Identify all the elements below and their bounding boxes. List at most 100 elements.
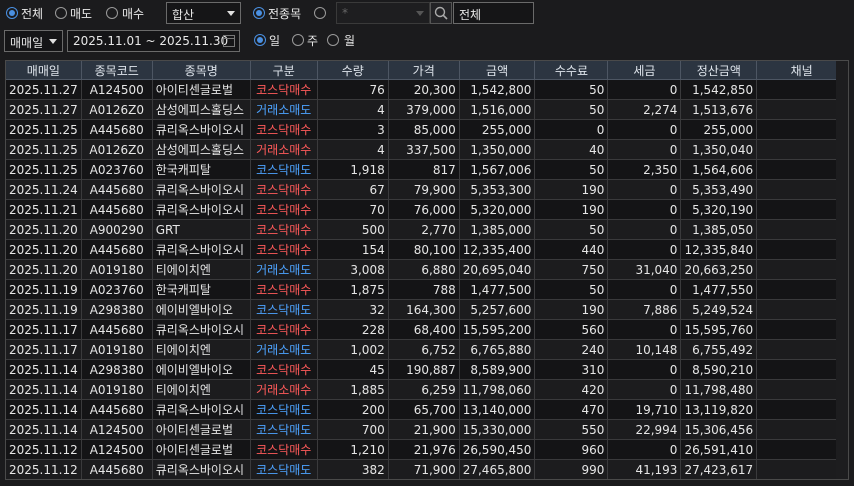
table-row[interactable]: 2025.11.25 A023760 한국캐피탈 코스닥매도 1,918 817 1,567…	[6, 159, 848, 180]
table-row[interactable]: 2025.11.19 A023760 한국캐피탈 코스닥매수 1,875 788 1,477…	[6, 279, 848, 300]
cell-tax: 0	[607, 239, 682, 260]
header-tax[interactable]: 세금	[607, 61, 682, 80]
cell-commission: 50	[534, 79, 609, 100]
cell-channel	[756, 359, 848, 380]
header-price[interactable]: 가격	[388, 61, 460, 80]
cell-commission: 990	[534, 459, 609, 479]
vertical-scrollbar[interactable]	[836, 61, 848, 479]
cell-type: 코스닥매수	[250, 319, 318, 340]
table-row[interactable]: 2025.11.12 A124500 아이티센글로벌 코스닥매수 1,210 21,976…	[6, 439, 848, 460]
cell-settlement: 12,335,840	[680, 239, 758, 260]
cell-symbol-name: 티에이치엔	[152, 339, 251, 360]
header-channel[interactable]: 채널	[756, 61, 848, 80]
cell-price: 21,976	[388, 439, 460, 460]
radio-trade-buy[interactable]	[106, 7, 118, 19]
table-row[interactable]: 2025.11.12 A445680 큐리옥스바이오시 코스닥매도 382 71,900 2…	[6, 459, 848, 479]
table-row[interactable]: 2025.11.27 A0126Z0 삼성에피스홀딩스 거래소매도 4 379,000 1,…	[6, 99, 848, 120]
cell-settlement: 5,320,190	[680, 199, 758, 220]
cell-settlement: 5,249,524	[680, 299, 758, 320]
cell-price: 164,300	[388, 299, 460, 320]
header-symbol-name[interactable]: 종목명	[152, 61, 251, 80]
header-commission[interactable]: 수수료	[534, 61, 609, 80]
radio-trade-sell-label[interactable]: 매도	[70, 5, 92, 22]
cell-price: 79,900	[388, 179, 460, 200]
radio-period-day[interactable]	[254, 34, 266, 46]
cell-quantity: 4	[317, 99, 389, 120]
cell-settlement: 27,423,617	[680, 459, 758, 479]
cell-quantity: 1,210	[317, 439, 389, 460]
radio-scope-single[interactable]	[314, 7, 326, 19]
cell-price: 817	[388, 159, 460, 180]
cell-symbol-code: A900290	[81, 219, 153, 240]
radio-trade-all[interactable]	[6, 7, 18, 19]
table-row[interactable]: 2025.11.20 A900290 GRT 코스닥매수 500 2,770 1,385,0…	[6, 219, 848, 240]
cell-amount: 20,695,040	[459, 259, 536, 280]
cell-amount: 1,542,800	[459, 79, 536, 100]
table-row[interactable]: 2025.11.25 A0126Z0 삼성에피스홀딩스 거래소매수 4 337,500 1,…	[6, 139, 848, 160]
trade-history-grid[interactable]: 매매일 종목코드 종목명 구분 수량 가격 금액 수수료 세금 정산금액 채널 2025.11.27…	[5, 60, 849, 480]
table-row[interactable]: 2025.11.14 A445680 큐리옥스바이오시 코스닥매도 200 65,700 1…	[6, 399, 848, 420]
radio-period-month[interactable]	[327, 34, 339, 46]
cell-tax: 22,994	[607, 419, 682, 440]
header-type[interactable]: 구분	[250, 61, 318, 80]
symbol-name-value: 전체	[459, 8, 482, 22]
cell-tax: 10,148	[607, 339, 682, 360]
cell-symbol-code: A445680	[81, 239, 153, 260]
table-row[interactable]: 2025.11.14 A019180 티에이치엔 거래소매수 1,885 6,259 11,…	[6, 379, 848, 400]
cell-commission: 0	[534, 119, 609, 140]
cell-symbol-code: A019180	[81, 259, 153, 280]
table-row[interactable]: 2025.11.17 A445680 큐리옥스바이오시 코스닥매수 228 68,400 1…	[6, 319, 848, 340]
radio-period-day-label[interactable]: 일	[269, 32, 280, 49]
header-quantity[interactable]: 수량	[317, 61, 389, 80]
radio-trade-all-label[interactable]: 전체	[21, 5, 43, 22]
date-range-picker[interactable]: 2025.11.01 ~ 2025.11.30	[67, 30, 240, 52]
table-row[interactable]: 2025.11.20 A445680 큐리옥스바이오시 코스닥매수 154 80,100 1…	[6, 239, 848, 260]
account-select[interactable]: 합산	[166, 2, 241, 24]
header-amount[interactable]: 금액	[459, 61, 536, 80]
radio-scope-all[interactable]	[253, 7, 265, 19]
cell-amount: 8,589,900	[459, 359, 536, 380]
cell-amount: 255,000	[459, 119, 536, 140]
cell-quantity: 200	[317, 399, 389, 420]
header-symbol-code[interactable]: 종목코드	[81, 61, 153, 80]
table-row[interactable]: 2025.11.14 A298380 에이비엘바이오 코스닥매수 45 190,887 8,…	[6, 359, 848, 380]
calendar-icon[interactable]	[223, 35, 235, 47]
table-row[interactable]: 2025.11.25 A445680 큐리옥스바이오시 코스닥매수 3 85,000 255…	[6, 119, 848, 140]
radio-period-month-label[interactable]: 월	[344, 32, 355, 49]
header-settlement[interactable]: 정산금액	[680, 61, 758, 80]
cell-tax: 0	[607, 379, 682, 400]
cell-type: 코스닥매도	[250, 299, 318, 320]
cell-tax: 0	[607, 279, 682, 300]
cell-tax: 19,710	[607, 399, 682, 420]
header-trade-date[interactable]: 매매일	[6, 61, 82, 80]
radio-trade-buy-label[interactable]: 매수	[122, 5, 144, 22]
cell-quantity: 67	[317, 179, 389, 200]
cell-commission: 470	[534, 399, 609, 420]
radio-trade-sell[interactable]	[55, 7, 67, 19]
table-row[interactable]: 2025.11.21 A445680 큐리옥스바이오시 코스닥매수 70 76,000 5,…	[6, 199, 848, 220]
table-row[interactable]: 2025.11.27 A124500 아이티센글로벌 코스닥매수 76 20,300 1,5…	[6, 79, 848, 100]
table-row[interactable]: 2025.11.24 A445680 큐리옥스바이오시 코스닥매수 67 79,900 5,…	[6, 179, 848, 200]
cell-channel	[756, 199, 848, 220]
cell-symbol-name: 큐리옥스바이오시	[152, 239, 251, 260]
table-row[interactable]: 2025.11.19 A298380 에이비엘바이오 코스닥매도 32 164,300 5,…	[6, 299, 848, 320]
radio-period-week[interactable]	[292, 34, 304, 46]
table-row[interactable]: 2025.11.17 A019180 티에이치엔 거래소매도 1,002 6,752 6,7…	[6, 339, 848, 360]
symbol-code-input[interactable]: *	[336, 2, 430, 24]
cell-channel	[756, 79, 848, 100]
radio-scope-all-label[interactable]: 전종목	[268, 5, 301, 22]
cell-symbol-code: A298380	[81, 299, 153, 320]
cell-settlement: 255,000	[680, 119, 758, 140]
table-row[interactable]: 2025.11.14 A124500 아이티센글로벌 코스닥매도 700 21,900 15…	[6, 419, 848, 440]
radio-period-week-label[interactable]: 주	[307, 32, 318, 49]
symbol-search-button[interactable]	[430, 2, 452, 24]
table-row[interactable]: 2025.11.20 A019180 티에이치엔 거래소매도 3,008 6,880 20,…	[6, 259, 848, 280]
cell-quantity: 1,875	[317, 279, 389, 300]
date-type-select[interactable]: 매매일	[4, 30, 63, 52]
cell-type: 코스닥매수	[250, 199, 318, 220]
cell-channel	[756, 99, 848, 120]
cell-type: 코스닥매수	[250, 219, 318, 240]
symbol-name-field[interactable]: 전체	[453, 2, 534, 24]
cell-quantity: 70	[317, 199, 389, 220]
cell-tax: 0	[607, 219, 682, 240]
